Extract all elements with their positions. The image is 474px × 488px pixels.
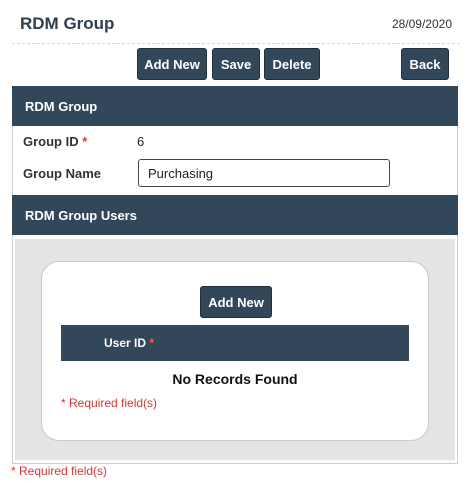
group-name-label: Group Name: [23, 166, 102, 181]
required-fields-note: * Required field(s): [61, 396, 158, 410]
page-date: 28/09/2020: [391, 17, 452, 31]
group-users-card: Add New User ID * No Records Found * Req…: [41, 261, 429, 441]
page-required-fields-note: * Required field(s): [11, 464, 108, 478]
group-name-input[interactable]: [138, 159, 390, 187]
group-users-section-header: RDM Group Users: [12, 195, 458, 235]
save-button[interactable]: Save: [212, 48, 260, 80]
required-marker: *: [82, 134, 88, 149]
column-header-user-id[interactable]: User ID *: [104, 336, 154, 350]
required-marker: *: [149, 336, 155, 350]
group-id-value: 6: [137, 134, 145, 149]
back-button[interactable]: Back: [401, 48, 449, 80]
add-new-button[interactable]: Add New: [137, 48, 207, 80]
group-users-panel: Add New User ID * No Records Found * Req…: [12, 235, 458, 464]
group-form: Group ID * 6 Group Name: [12, 126, 458, 195]
page-header: RDM Group 28/09/2020: [12, 0, 460, 44]
group-users-background: Add New User ID * No Records Found * Req…: [15, 239, 455, 460]
users-grid-header: User ID *: [61, 325, 409, 361]
page-title: RDM Group: [20, 14, 115, 33]
group-id-label: Group ID *: [23, 134, 87, 149]
group-section-header: RDM Group: [12, 86, 458, 126]
add-user-button[interactable]: Add New: [200, 286, 272, 318]
empty-state-message: No Records Found: [172, 371, 298, 387]
user-id-column-label: User ID: [104, 336, 147, 350]
delete-button[interactable]: Delete: [264, 48, 320, 80]
group-id-label-text: Group ID: [23, 134, 79, 149]
